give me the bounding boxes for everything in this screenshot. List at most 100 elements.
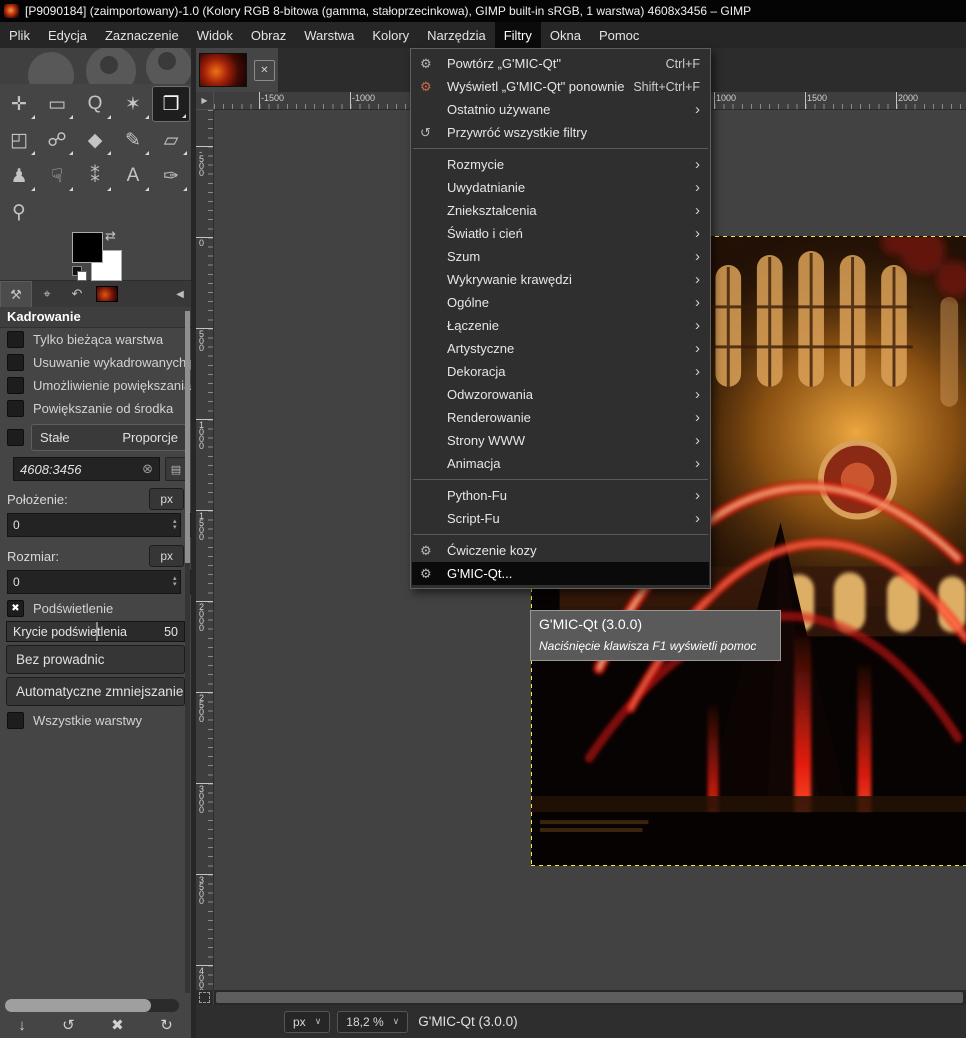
delete-tool-preset-button[interactable]: ✖ — [111, 1016, 124, 1034]
bucket-fill-tool[interactable]: ◆ — [76, 122, 114, 158]
zoom-tool[interactable]: ⚲ — [0, 194, 38, 230]
eraser-tool[interactable]: ▱ — [152, 122, 190, 158]
portrait-landscape-button[interactable]: ▤ — [165, 457, 187, 481]
airbrush-tool[interactable]: ⁑ — [76, 158, 114, 194]
auto-shrink-button[interactable]: Automatyczne zmniejszanie — [6, 677, 185, 706]
free-select-tool[interactable]: Q — [76, 86, 114, 122]
menubar-item-filtry[interactable]: Filtry — [495, 22, 541, 48]
checkbox-icon[interactable] — [7, 400, 24, 417]
menu-item-category-8[interactable]: Artystyczne› — [412, 337, 709, 360]
save-tool-preset-button[interactable]: ↓ — [18, 1017, 26, 1034]
fuzzy-select-tool[interactable]: ✶ — [114, 86, 152, 122]
menu-item-top-1[interactable]: ⚙Wyświetl „G'MIC-Qt" ponownieShift+Ctrl+… — [412, 75, 709, 98]
crop-tool[interactable]: ❒ — [152, 86, 190, 122]
collapse-dock-icon[interactable]: ◀ — [169, 281, 191, 307]
menu-item-category-4[interactable]: Szum› — [412, 245, 709, 268]
image-tab[interactable]: ✕ — [196, 48, 278, 92]
size-unit-button[interactable]: px — [149, 545, 184, 567]
position-x-input[interactable] — [8, 517, 170, 533]
checkbox-allow-growing[interactable]: Umożliwienie powiększania — [0, 374, 191, 397]
menubar-item-zaznaczenie[interactable]: Zaznaczenie — [96, 22, 188, 48]
checkbox-all-layers[interactable]: Wszystkie warstwy — [0, 709, 191, 732]
position-x-spinbox[interactable]: ▴▾ — [7, 513, 181, 537]
menu-item-category-12[interactable]: Strony WWW› — [412, 429, 709, 452]
reset-tool-options-button[interactable]: ↻ — [160, 1016, 173, 1034]
menubar-item-narzędzia[interactable]: Narzędzia — [418, 22, 495, 48]
unit-dropdown[interactable]: px ∨ — [284, 1011, 330, 1033]
transform-tool[interactable]: ◰ — [0, 122, 38, 158]
default-colors-icon[interactable] — [72, 266, 85, 279]
menubar-item-edycja[interactable]: Edycja — [39, 22, 96, 48]
tab-device-status[interactable]: ⌖ — [32, 281, 62, 307]
checkbox-delete-cropped-pixels[interactable]: Usuwanie wykadrowanych pi — [0, 351, 191, 374]
menubar-item-warstwa[interactable]: Warstwa — [295, 22, 363, 48]
spin-arrows-icon[interactable]: ▴▾ — [170, 519, 180, 531]
menu-item-category-7[interactable]: Łączenie› — [412, 314, 709, 337]
menu-item-category-5[interactable]: Wykrywanie krawędzi› — [412, 268, 709, 291]
menubar-item-widok[interactable]: Widok — [188, 22, 242, 48]
vertical-ruler[interactable]: - 5 0 005 0 01 0 0 01 5 0 02 0 0 02 5 0 … — [196, 110, 214, 990]
handle-transform-tool[interactable]: ☍ — [38, 122, 76, 158]
swap-colors-icon[interactable]: ⇄ — [105, 228, 116, 244]
panel-horizontal-scrollbar[interactable] — [5, 999, 179, 1012]
quick-mask-toggle[interactable] — [196, 990, 214, 1005]
position-unit-button[interactable]: px — [149, 488, 184, 510]
checkbox-checked-icon[interactable]: ✖ — [7, 600, 24, 617]
checkbox-icon[interactable] — [7, 331, 24, 348]
menu-item-category-2[interactable]: Zniekształcenia› — [412, 199, 709, 222]
menubar-item-pomoc[interactable]: Pomoc — [590, 22, 648, 48]
fixed-checkbox[interactable] — [7, 429, 24, 446]
scrollbar-thumb[interactable] — [185, 311, 190, 563]
highlight-opacity-slider[interactable]: Krycie podświetlenia 50 — [6, 621, 185, 642]
text-tool[interactable]: A — [114, 158, 152, 194]
tool-options-scrollbar[interactable] — [185, 311, 190, 993]
spin-arrows-icon[interactable]: ▴▾ — [170, 576, 180, 588]
paintbrush-tool[interactable]: ✎ — [114, 122, 152, 158]
menubar-item-okna[interactable]: Okna — [541, 22, 590, 48]
toolbox-drag-header[interactable] — [0, 48, 191, 84]
move-tool[interactable]: ✛ — [0, 86, 38, 122]
menu-item-category-13[interactable]: Animacja› — [412, 452, 709, 475]
clone-tool[interactable]: ♟ — [0, 158, 38, 194]
menu-item-plugin-1[interactable]: ⚙G'MIC-Qt... — [412, 562, 709, 585]
foreground-color-swatch[interactable] — [72, 232, 103, 263]
menubar-item-kolory[interactable]: Kolory — [363, 22, 418, 48]
menu-item-category-11[interactable]: Renderowanie› — [412, 406, 709, 429]
menu-item-top-0[interactable]: ⚙Powtórz „G'MIC-Qt"Ctrl+F — [412, 52, 709, 75]
menu-item-category-9[interactable]: Dekoracja› — [412, 360, 709, 383]
tab-undo-history[interactable]: ↶ — [62, 281, 92, 307]
menubar-item-obraz[interactable]: Obraz — [242, 22, 295, 48]
menu-item-scripting-0[interactable]: Python-Fu› — [412, 484, 709, 507]
menu-item-category-1[interactable]: Uwydatnianie› — [412, 176, 709, 199]
menu-item-scripting-1[interactable]: Script-Fu› — [412, 507, 709, 530]
close-image-icon[interactable]: ✕ — [254, 60, 275, 81]
checkbox-icon[interactable] — [7, 712, 24, 729]
checkbox-current-layer-only[interactable]: Tylko bieżąca warstwa — [0, 328, 191, 351]
menu-item-plugin-0[interactable]: ⚙Ćwiczenie kozy — [412, 539, 709, 562]
clear-input-icon[interactable]: ⊗ — [142, 461, 153, 477]
canvas-horizontal-scrollbar[interactable] — [214, 990, 966, 1005]
rectangle-select-tool[interactable]: ▭ — [38, 86, 76, 122]
tab-tool-options[interactable]: ⚒ — [0, 281, 32, 307]
menu-item-category-10[interactable]: Odwzorowania› — [412, 383, 709, 406]
smudge-tool[interactable]: ☟ — [38, 158, 76, 194]
size-x-spinbox[interactable]: ▴▾ — [7, 570, 181, 594]
revert-tool-preset-button[interactable]: ↺ — [62, 1016, 75, 1034]
image-tab-thumbnail[interactable] — [199, 53, 247, 87]
zoom-dropdown[interactable]: 18,2 % ∨ — [337, 1011, 408, 1033]
menu-item-category-3[interactable]: Światło i cień› — [412, 222, 709, 245]
checkbox-expand-from-center[interactable]: Powiększanie od środka — [0, 397, 191, 420]
menu-item-category-6[interactable]: Ogólne› — [412, 291, 709, 314]
size-x-input[interactable] — [8, 574, 170, 590]
aspect-ratio-input[interactable]: 4608:3456 ⊗ — [13, 457, 160, 481]
tab-image-thumbnail[interactable] — [92, 281, 122, 307]
fixed-ratio-combo[interactable]: Stałe Proporcje — [31, 424, 187, 451]
menu-item-top-2[interactable]: Ostatnio używane› — [412, 98, 709, 121]
guides-dropdown[interactable]: Bez prowadnic — [6, 645, 185, 674]
checkbox-highlight[interactable]: ✖ Podświetlenie — [0, 597, 191, 620]
scrollbar-thumb[interactable] — [216, 992, 963, 1003]
checkbox-icon[interactable] — [7, 377, 24, 394]
menu-item-category-0[interactable]: Rozmycie› — [412, 153, 709, 176]
menubar-item-plik[interactable]: Plik — [0, 22, 39, 48]
checkbox-icon[interactable] — [7, 354, 24, 371]
